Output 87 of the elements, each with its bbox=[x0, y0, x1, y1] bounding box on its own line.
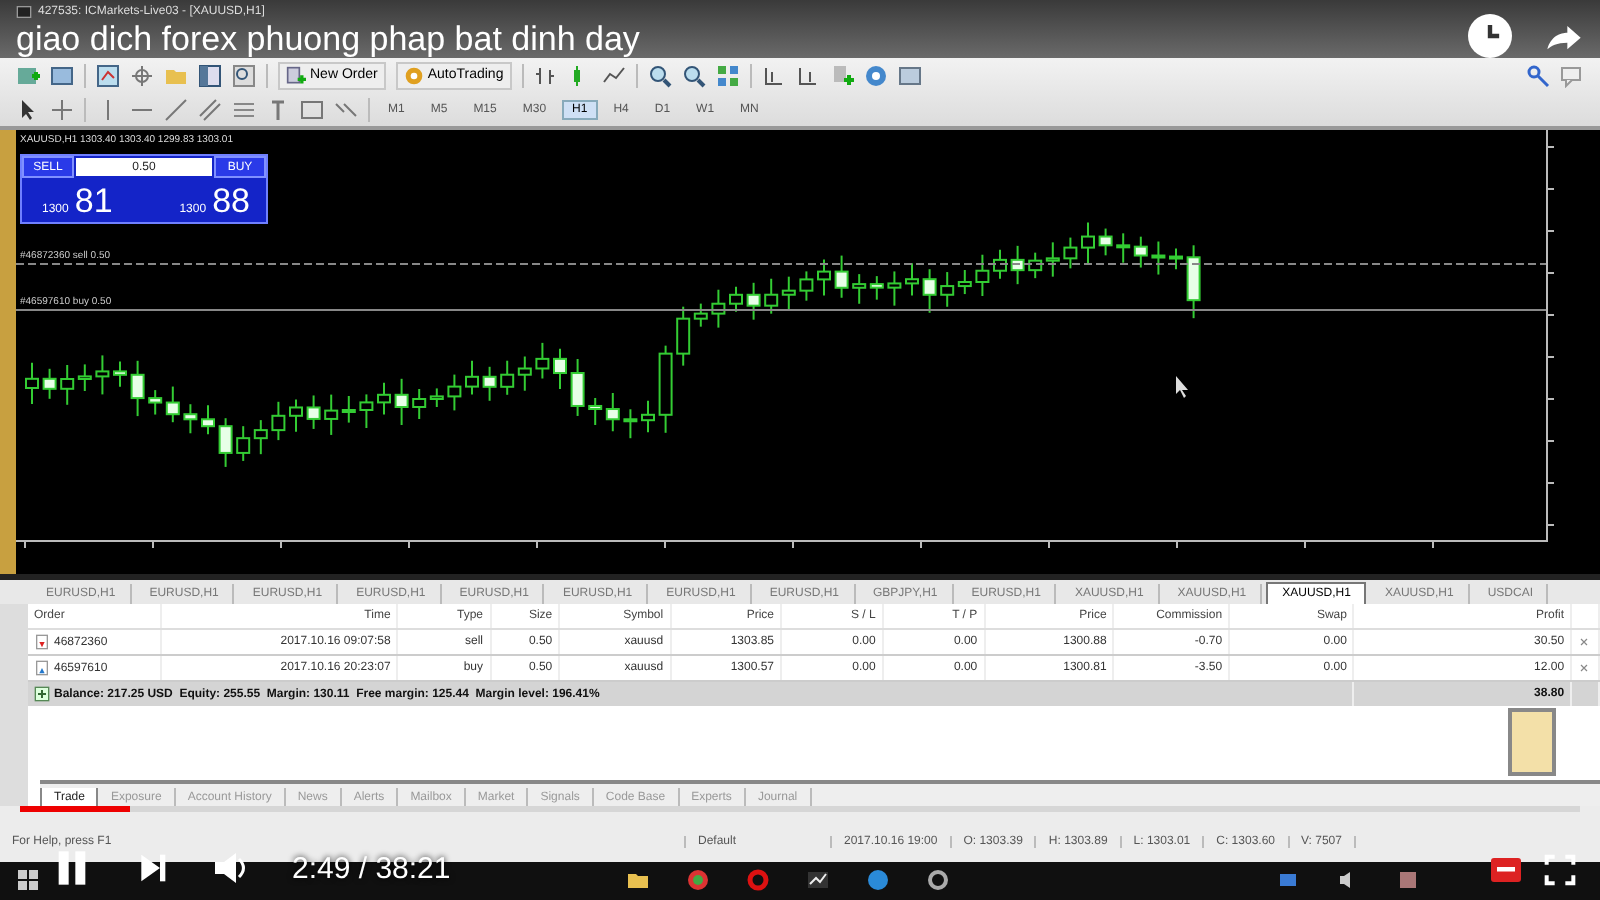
close-icon[interactable] bbox=[1578, 662, 1592, 675]
candle bbox=[993, 249, 1007, 281]
fibonacci-icon[interactable] bbox=[232, 97, 256, 122]
candle bbox=[113, 360, 127, 389]
sell-price: 81 bbox=[74, 182, 113, 223]
cursor-icon bbox=[1176, 376, 1188, 399]
folder-icon[interactable] bbox=[626, 868, 650, 893]
candle bbox=[377, 382, 391, 416]
fullscreen-icon[interactable] bbox=[1544, 854, 1576, 886]
candle bbox=[482, 366, 497, 403]
candle bbox=[289, 398, 303, 434]
candle bbox=[1081, 221, 1095, 265]
zoom-out-icon[interactable] bbox=[681, 63, 706, 88]
candle bbox=[834, 255, 849, 300]
candle bbox=[535, 342, 550, 380]
candle bbox=[95, 354, 110, 396]
arrows-icon[interactable] bbox=[334, 97, 358, 122]
candle bbox=[271, 401, 286, 442]
label-icon[interactable] bbox=[300, 97, 324, 122]
new-chart-icon[interactable] bbox=[16, 63, 40, 88]
channel-icon[interactable] bbox=[198, 97, 222, 122]
candle bbox=[975, 254, 990, 298]
window-icon[interactable] bbox=[50, 63, 74, 88]
candle bbox=[306, 394, 321, 431]
candle bbox=[570, 358, 585, 418]
chart-app-icon[interactable] bbox=[806, 868, 830, 893]
candle bbox=[641, 400, 655, 434]
candle bbox=[218, 417, 233, 469]
zoom-in-icon[interactable] bbox=[647, 63, 672, 88]
candle bbox=[1169, 247, 1183, 271]
volume-icon[interactable] bbox=[212, 850, 248, 886]
subtitles-icon[interactable] bbox=[1488, 852, 1524, 888]
sell-order-icon bbox=[34, 634, 50, 651]
calendar-icon[interactable] bbox=[1396, 868, 1420, 893]
text-icon[interactable] bbox=[266, 97, 290, 122]
close-icon[interactable] bbox=[1578, 636, 1592, 649]
crosshair-icon[interactable] bbox=[50, 97, 74, 122]
candle bbox=[1098, 227, 1113, 257]
candle bbox=[553, 348, 567, 391]
circle-icon[interactable] bbox=[686, 868, 710, 893]
candle bbox=[1063, 237, 1078, 270]
ring-icon[interactable] bbox=[746, 868, 770, 893]
candle bbox=[1151, 240, 1166, 276]
clock-icon[interactable] bbox=[1468, 14, 1512, 58]
bar-chart-icon[interactable] bbox=[533, 63, 558, 88]
plus-square-icon[interactable] bbox=[34, 686, 50, 703]
candle bbox=[447, 374, 462, 412]
candle bbox=[623, 408, 638, 440]
candle bbox=[746, 282, 761, 322]
video-time: 2:49 / 38:21 bbox=[292, 851, 451, 885]
next-icon[interactable] bbox=[136, 852, 168, 884]
candle bbox=[1010, 245, 1025, 286]
app-icon[interactable] bbox=[16, 4, 32, 20]
cursor-icon[interactable] bbox=[16, 97, 40, 122]
candle bbox=[799, 270, 814, 303]
chart-window-icon[interactable] bbox=[96, 63, 120, 88]
crosshair-icon[interactable] bbox=[130, 63, 154, 88]
candle bbox=[887, 270, 902, 308]
candle bbox=[905, 262, 919, 297]
candle bbox=[42, 368, 57, 401]
candle bbox=[465, 360, 479, 396]
circle-icon[interactable] bbox=[866, 868, 890, 893]
autoscroll-icon[interactable] bbox=[795, 63, 820, 88]
line-chart-icon[interactable] bbox=[601, 63, 626, 88]
candle bbox=[183, 403, 198, 435]
video-title: giao dich forex phuong phap bat dinh day bbox=[16, 22, 640, 58]
candle bbox=[130, 360, 145, 418]
candle bbox=[658, 345, 673, 435]
tile-icon[interactable] bbox=[715, 63, 740, 88]
candle bbox=[922, 268, 937, 315]
candle bbox=[729, 286, 743, 314]
candle bbox=[359, 393, 374, 430]
buy-order-icon bbox=[34, 660, 50, 677]
indicator-icon[interactable] bbox=[829, 63, 854, 88]
candle bbox=[1186, 244, 1201, 320]
chart-shift-icon[interactable] bbox=[761, 63, 786, 88]
panel-icon[interactable] bbox=[198, 63, 222, 88]
trendline-icon[interactable] bbox=[164, 97, 188, 122]
candle bbox=[201, 404, 215, 436]
candle bbox=[711, 289, 726, 330]
candle bbox=[394, 378, 409, 427]
candle bbox=[25, 362, 39, 406]
plus-document-icon bbox=[286, 65, 306, 86]
windows-icon[interactable] bbox=[16, 868, 40, 893]
candle bbox=[817, 259, 831, 297]
buy-price: 88 bbox=[212, 182, 250, 223]
template-icon[interactable] bbox=[897, 63, 922, 88]
